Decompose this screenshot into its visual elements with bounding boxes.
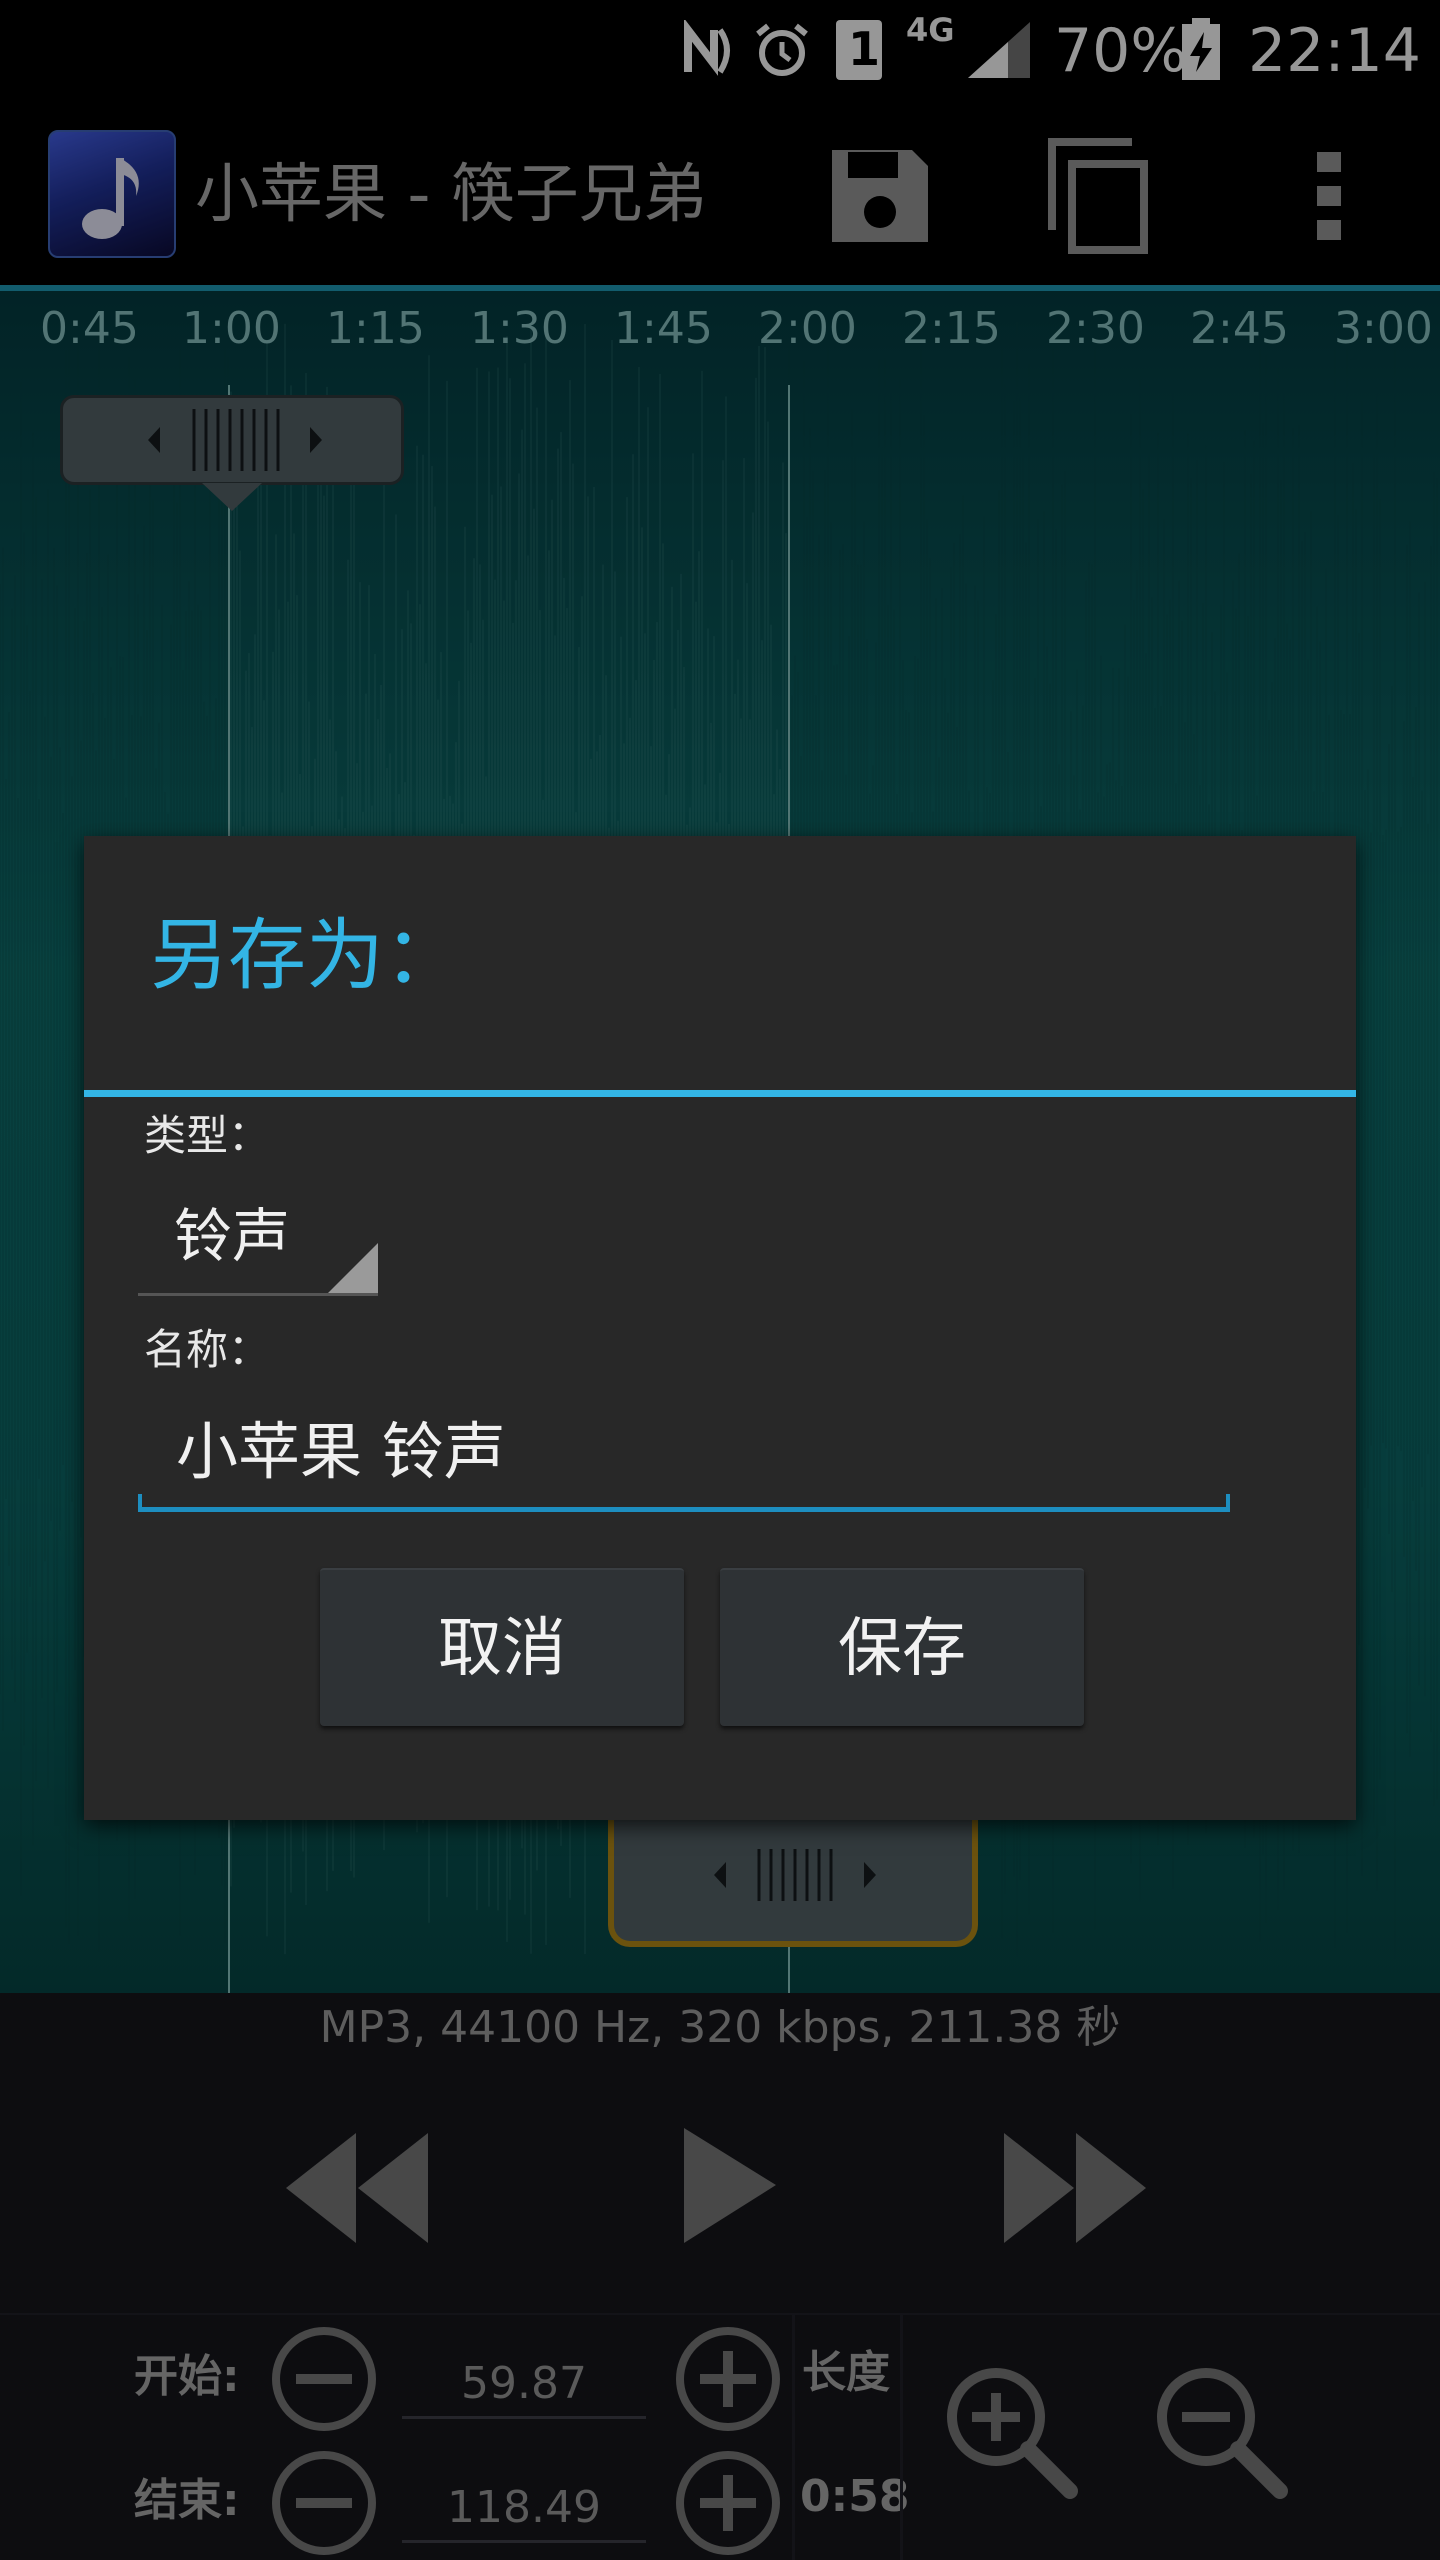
type-spinner[interactable]: 铃声 [138, 1176, 378, 1296]
save-confirm-button[interactable]: 保存 [720, 1568, 1084, 1726]
name-input[interactable]: 小苹果 铃声 [138, 1392, 1230, 1512]
name-label: 名称： [144, 1325, 271, 1374]
input-edge [1226, 1494, 1230, 1512]
name-value: 小苹果 铃声 [176, 1415, 506, 1488]
input-edge [138, 1494, 142, 1512]
type-value: 铃声 [174, 1202, 291, 1270]
dialog-title: 另存为： [150, 911, 463, 1001]
dialog-title-divider [84, 1090, 1356, 1097]
cancel-button[interactable]: 取消 [320, 1568, 684, 1726]
type-label: 类型： [144, 1111, 271, 1160]
save-as-dialog: 另存为： 类型： 铃声 名称： 小苹果 铃声 取消 保存 [84, 836, 1356, 1820]
spinner-arrow-icon [328, 1243, 378, 1293]
